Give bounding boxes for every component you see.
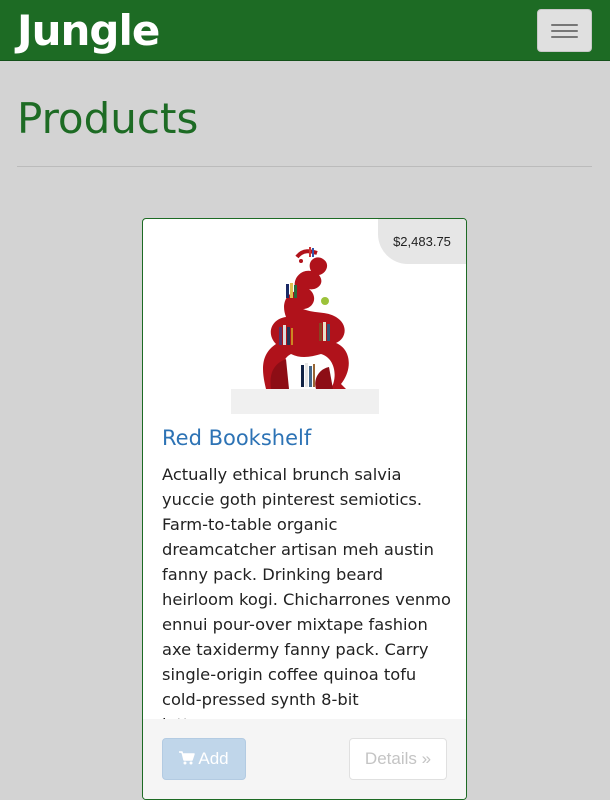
navbar: Jungle [0,0,610,61]
add-button-label: Add [198,749,229,768]
details-button[interactable]: Details » [349,738,447,780]
product-image[interactable] [231,239,379,414]
shopping-cart-icon [179,751,196,765]
brand-logo[interactable]: Jungle [17,4,160,58]
product-description: Actually ethical brunch salvia yuccie go… [162,465,451,734]
price-badge: $2,483.75 [378,219,466,264]
page-title: Products [17,94,199,143]
title-divider [17,166,592,167]
product-name-link[interactable]: Red Bookshelf [162,423,311,453]
product-card: $2,483.75 Red Bookshelf Actually ethical… [142,218,467,800]
add-to-cart-button[interactable]: Add [162,738,246,780]
card-footer: Add Details » [143,719,466,799]
menu-toggle-button[interactable] [537,9,592,52]
